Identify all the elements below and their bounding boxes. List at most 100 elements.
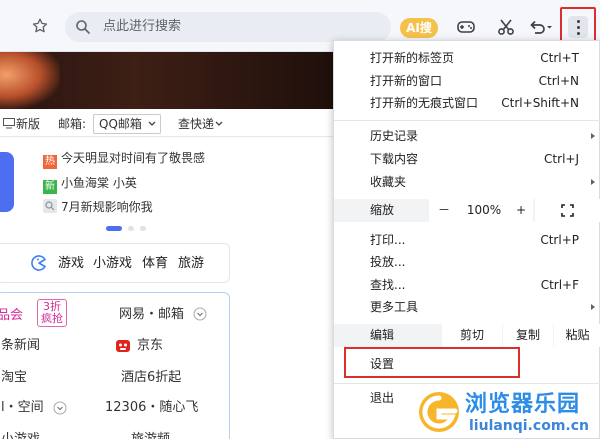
menu-item-print[interactable]: 打印... Ctrl+P bbox=[334, 229, 600, 251]
category-bar: 游戏 小游戏 体育 旅游 bbox=[0, 243, 230, 283]
fullscreen-icon bbox=[561, 204, 574, 217]
menu-item-more-tools[interactable]: 更多工具 bbox=[334, 296, 600, 318]
zoom-row: 缩放 － 100% + bbox=[334, 199, 600, 222]
carousel-dot[interactable] bbox=[128, 226, 134, 231]
carousel-dot-active[interactable] bbox=[106, 226, 122, 231]
settings-highlight-box bbox=[344, 347, 520, 378]
submenu-arrow-icon bbox=[591, 179, 595, 185]
menu-item-label: 更多工具 bbox=[370, 300, 419, 314]
mailbox-select[interactable]: QQ邮箱 bbox=[93, 114, 161, 134]
zoom-in-button[interactable]: + bbox=[509, 199, 533, 222]
watermark-url: liulanqi.com.cn bbox=[469, 418, 590, 434]
search-icon bbox=[76, 20, 90, 34]
menu-item-history[interactable]: 历史记录 bbox=[334, 125, 600, 147]
menu-item-label: 收藏夹 bbox=[370, 175, 407, 189]
category-travel[interactable]: 旅游 bbox=[178, 255, 204, 273]
zoom-out-button[interactable]: － bbox=[429, 199, 459, 222]
menu-item-new-window[interactable]: 打开新的窗口 Ctrl+N bbox=[334, 70, 600, 92]
copy-button[interactable]: 复制 bbox=[503, 324, 553, 347]
news-item[interactable]: 7月新规影响你我 bbox=[43, 199, 153, 215]
category-mini-games[interactable]: 小游戏 bbox=[93, 255, 132, 273]
menu-separator bbox=[334, 383, 600, 384]
search-placeholder: 点此进行搜索 bbox=[103, 19, 182, 34]
menu-item-downloads[interactable]: 下载内容 Ctrl+J bbox=[334, 148, 600, 170]
gamepad-icon[interactable] bbox=[456, 17, 476, 37]
page-banner-image[interactable] bbox=[0, 52, 340, 109]
site-link[interactable]: 条新闻 bbox=[1, 337, 40, 355]
new-version-link[interactable]: 新版 bbox=[16, 116, 40, 132]
mailbox-label: 邮箱: bbox=[58, 117, 87, 131]
kebab-dot bbox=[577, 26, 580, 29]
menu-item-label: 打开新的标签页 bbox=[370, 51, 455, 65]
hot-badge: 热 bbox=[43, 155, 57, 169]
menu-item-bookmarks[interactable]: 收藏夹 bbox=[334, 171, 600, 193]
menu-item-label: 下载内容 bbox=[370, 152, 419, 166]
menu-item-shortcut: Ctrl+N bbox=[538, 74, 579, 88]
menu-item-label: 历史记录 bbox=[370, 129, 419, 143]
search-icon bbox=[43, 199, 57, 213]
menu-item-shortcut: Ctrl+J bbox=[544, 152, 579, 166]
site-link[interactable]: 网易・邮箱 bbox=[119, 306, 184, 324]
undo-dropdown-icon[interactable] bbox=[528, 17, 554, 37]
address-search-bar[interactable]: 点此进行搜索 bbox=[65, 12, 391, 42]
site-link[interactable]: 小游戏 bbox=[1, 431, 40, 439]
site-watermark: 浏览器乐园 liulanqi.com.cn bbox=[417, 386, 600, 439]
ai-search-button[interactable]: AI搜 bbox=[400, 18, 438, 38]
chevron-down-icon bbox=[215, 121, 223, 126]
jd-dog-icon bbox=[116, 340, 130, 352]
edit-label: 编辑 bbox=[370, 328, 395, 342]
menu-item-label: 打开新的无痕式窗口 bbox=[370, 96, 479, 110]
menu-item-find[interactable]: 查找... Ctrl+F bbox=[334, 274, 600, 296]
paste-button[interactable]: 粘贴 bbox=[554, 324, 600, 347]
site-link[interactable]: l・空间 bbox=[1, 399, 44, 417]
submenu-arrow-icon bbox=[591, 304, 595, 310]
new-badge: 新 bbox=[43, 180, 57, 194]
news-title: 小鱼海棠 小英 bbox=[61, 176, 137, 190]
menu-item-cast[interactable]: 投放... bbox=[334, 251, 600, 273]
menu-item-shortcut: Ctrl+F bbox=[540, 278, 579, 292]
kebab-dot bbox=[577, 20, 580, 23]
browser-park-logo-icon bbox=[419, 392, 459, 432]
zoom-label: 缩放 bbox=[370, 203, 395, 217]
chevron-down-circle-icon[interactable] bbox=[53, 401, 67, 415]
carousel-dot[interactable] bbox=[140, 226, 146, 231]
news-item[interactable]: 新小鱼海棠 小英 bbox=[43, 175, 137, 194]
site-link[interactable]: 酒店6折起 bbox=[121, 369, 181, 387]
category-games[interactable]: 游戏 bbox=[58, 255, 84, 273]
cut-button[interactable]: 剪切 bbox=[442, 324, 502, 347]
chevron-down-icon bbox=[148, 121, 156, 126]
page-subnav: 新版 邮箱: QQ邮箱 查快递 bbox=[0, 111, 340, 137]
stamp-line: 疯抢 bbox=[41, 312, 63, 325]
pacman-game-icon bbox=[31, 255, 46, 271]
menu-separator bbox=[334, 120, 600, 121]
bookmark-star-icon[interactable] bbox=[31, 17, 49, 35]
menu-item-new-incognito-window[interactable]: 打开新的无痕式窗口 Ctrl+Shift+N bbox=[334, 92, 600, 114]
menu-item-label: 退出 bbox=[370, 391, 395, 405]
monitor-icon bbox=[3, 118, 15, 129]
site-link[interactable]: 品会 bbox=[0, 307, 23, 325]
edit-row: 编辑 剪切 复制 粘贴 bbox=[334, 324, 600, 347]
sale-stamp[interactable]: 3折 疯抢 bbox=[37, 299, 67, 327]
site-links-panel: 品会 3折 疯抢 网易・邮箱 条新闻 京东 淘宝 酒店6折起 l・空间 1230… bbox=[0, 292, 230, 439]
blue-feature-card[interactable] bbox=[0, 152, 14, 212]
category-sports[interactable]: 体育 bbox=[142, 255, 168, 273]
kebab-dot bbox=[577, 32, 580, 35]
banner-glow bbox=[0, 52, 60, 109]
site-link[interactable]: 旅游频 bbox=[131, 431, 170, 439]
menu-item-label: 打印... bbox=[370, 233, 406, 247]
screenshot-scissors-icon[interactable] bbox=[496, 17, 516, 37]
news-item[interactable]: 热今天明显对时间有了敬畏感 bbox=[43, 150, 205, 169]
site-link[interactable]: 京东 bbox=[137, 337, 163, 355]
zoom-level-value: 100% bbox=[459, 199, 509, 222]
menu-item-shortcut: Ctrl+P bbox=[540, 233, 579, 247]
menu-item-label: 打开新的窗口 bbox=[370, 74, 443, 88]
menu-item-new-tab[interactable]: 打开新的标签页 Ctrl+T bbox=[334, 47, 600, 69]
menu-item-label: 投放... bbox=[370, 255, 406, 269]
mailbox-selected-value: QQ邮箱 bbox=[99, 117, 142, 131]
news-title: 7月新规影响你我 bbox=[61, 200, 153, 214]
site-link[interactable]: 淘宝 bbox=[1, 369, 27, 387]
site-link[interactable]: 12306・随心飞 bbox=[105, 399, 198, 417]
express-lookup-link[interactable]: 查快递 bbox=[178, 116, 214, 132]
chevron-down-circle-icon[interactable] bbox=[193, 307, 207, 321]
fullscreen-button[interactable] bbox=[535, 199, 600, 222]
